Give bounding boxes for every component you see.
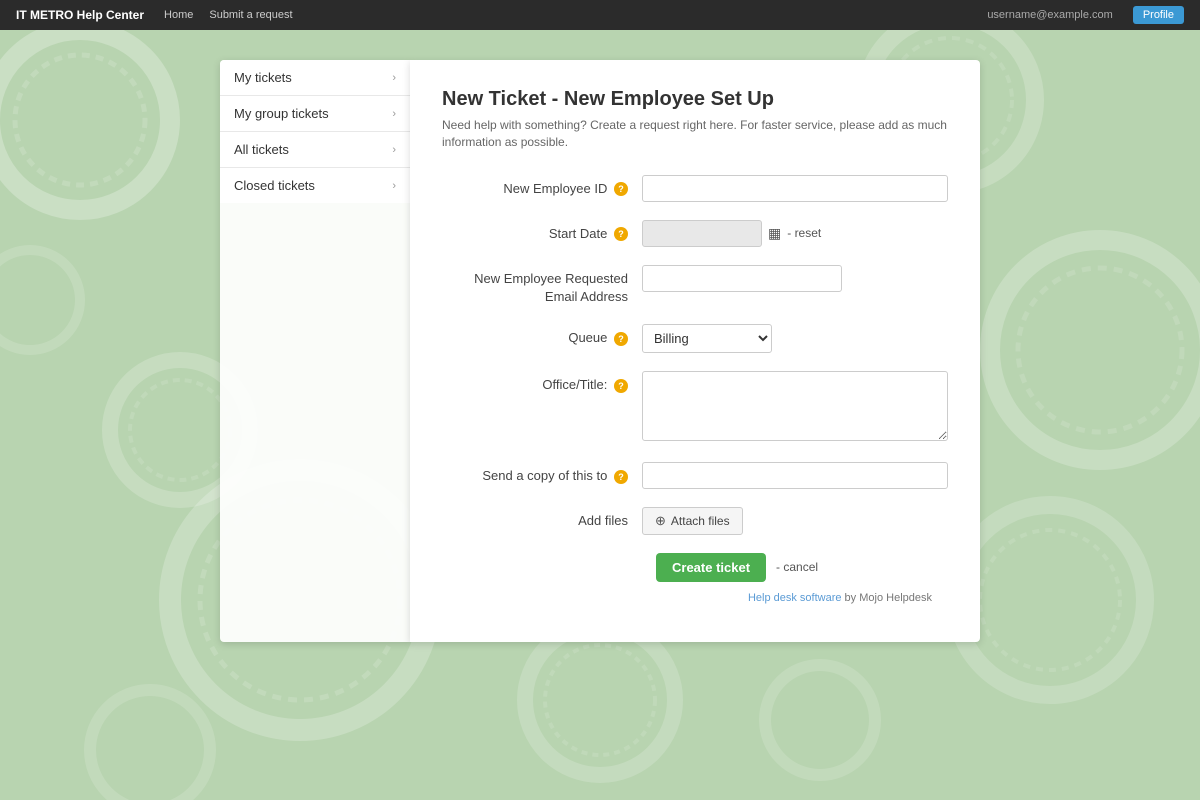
attach-files-button[interactable]: ⊕ Attach files xyxy=(642,507,743,535)
email-label: New Employee Requested Email Address xyxy=(442,265,642,306)
queue-row: Queue ? Billing HR IT Finance xyxy=(442,324,948,353)
page-title: New Ticket - New Employee Set Up xyxy=(442,88,948,111)
queue-field: Billing HR IT Finance xyxy=(642,324,948,353)
sidebar-item-label: Closed tickets xyxy=(234,178,315,193)
chevron-icon: › xyxy=(392,144,396,156)
info-icon: ? xyxy=(614,470,628,484)
employee-id-row: New Employee ID ? xyxy=(442,175,948,202)
content-panel: New Ticket - New Employee Set Up Need he… xyxy=(410,60,980,642)
chevron-icon: › xyxy=(392,180,396,192)
form-buttons: Create ticket - cancel xyxy=(442,553,948,582)
create-ticket-button[interactable]: Create ticket xyxy=(656,553,766,582)
email-input[interactable] xyxy=(642,265,842,292)
sidebar-item-my-group-tickets[interactable]: My group tickets › xyxy=(220,96,410,132)
copy-row: Send a copy of this to ? xyxy=(442,462,948,489)
sidebar-item-my-tickets[interactable]: My tickets › xyxy=(220,60,410,96)
main-layout: My tickets › My group tickets › All tick… xyxy=(0,30,1200,672)
nav-home[interactable]: Home xyxy=(164,9,193,21)
copy-field xyxy=(642,462,948,489)
start-date-input[interactable] xyxy=(642,220,762,247)
employee-id-field xyxy=(642,175,948,202)
office-title-textarea[interactable] xyxy=(642,371,948,441)
attach-label: Attach files xyxy=(671,514,730,528)
queue-label: Queue ? xyxy=(442,324,642,347)
info-icon: ? xyxy=(614,227,628,241)
sidebar-item-all-tickets[interactable]: All tickets › xyxy=(220,132,410,168)
cancel-link[interactable]: - cancel xyxy=(776,560,818,574)
calendar-icon[interactable]: ▦ xyxy=(768,225,781,242)
footer-link[interactable]: Help desk software xyxy=(748,592,842,604)
sidebar-item-label: My tickets xyxy=(234,70,292,85)
nav-submit[interactable]: Submit a request xyxy=(209,9,292,21)
info-icon: ? xyxy=(614,182,628,196)
copy-label: Send a copy of this to ? xyxy=(442,462,642,485)
paperclip-icon: ⊕ xyxy=(655,513,666,529)
add-files-row: Add files ⊕ Attach files xyxy=(442,507,948,535)
office-title-field xyxy=(642,371,948,444)
start-date-row: Start Date ? ▦ - reset xyxy=(442,220,948,247)
office-title-label: Office/Title: ? xyxy=(442,371,642,394)
navbar-links: Home Submit a request xyxy=(164,9,967,21)
footer: Help desk software by Mojo Helpdesk xyxy=(442,582,948,610)
start-date-field: ▦ - reset xyxy=(642,220,948,247)
reset-link[interactable]: - reset xyxy=(787,226,821,240)
sidebar-item-label: My group tickets xyxy=(234,106,329,121)
employee-id-label: New Employee ID ? xyxy=(442,175,642,198)
navbar-email: username@example.com xyxy=(987,9,1113,21)
info-icon: ? xyxy=(614,332,628,346)
add-files-label: Add files xyxy=(442,507,642,530)
chevron-icon: › xyxy=(392,108,396,120)
email-row: New Employee Requested Email Address xyxy=(442,265,948,306)
copy-input[interactable] xyxy=(642,462,948,489)
sidebar-item-closed-tickets[interactable]: Closed tickets › xyxy=(220,168,410,203)
sidebar-item-label: All tickets xyxy=(234,142,289,157)
chevron-icon: › xyxy=(392,72,396,84)
start-date-label: Start Date ? xyxy=(442,220,642,243)
navbar-brand: IT METRO Help Center xyxy=(16,8,144,22)
footer-suffix: by Mojo Helpdesk xyxy=(842,592,933,604)
navbar: IT METRO Help Center Home Submit a reque… xyxy=(0,0,1200,30)
office-title-row: Office/Title: ? xyxy=(442,371,948,444)
employee-id-input[interactable] xyxy=(642,175,948,202)
queue-select[interactable]: Billing HR IT Finance xyxy=(642,324,772,353)
navbar-login-button[interactable]: Profile xyxy=(1133,6,1184,24)
add-files-field: ⊕ Attach files xyxy=(642,507,948,535)
sidebar: My tickets › My group tickets › All tick… xyxy=(220,60,410,642)
email-field xyxy=(642,265,948,292)
form-subtitle: Need help with something? Create a reque… xyxy=(442,117,948,151)
info-icon: ? xyxy=(614,379,628,393)
